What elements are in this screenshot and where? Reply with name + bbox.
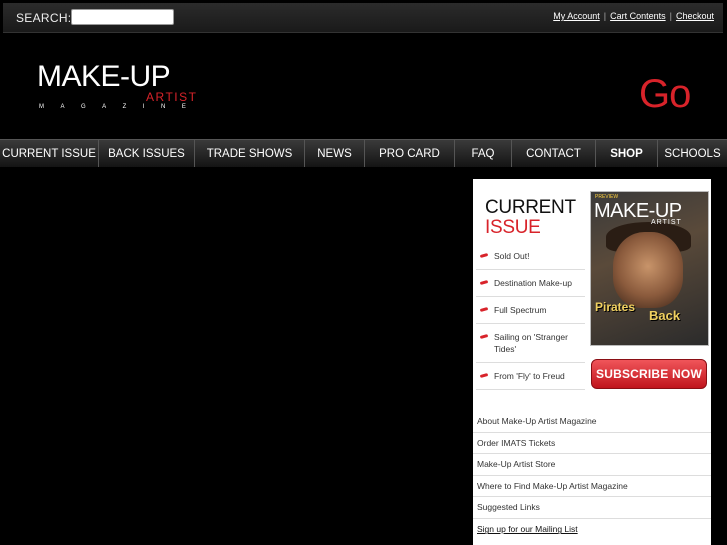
subscribe-button[interactable]: SUBSCRIBE NOW — [591, 359, 707, 389]
sidebar-links: About Make-Up Artist Magazine Order IMAT… — [473, 411, 711, 540]
bullet-icon — [479, 280, 489, 285]
article-label: Sailing on 'Stranger Tides' — [494, 332, 568, 354]
article-list: Sold Out! Destination Make-up Full Spect… — [476, 243, 585, 390]
sidebar-link-suggested[interactable]: Suggested Links — [473, 497, 711, 519]
article-item[interactable]: Sailing on 'Stranger Tides' — [476, 324, 585, 363]
nav-item-trade-shows[interactable]: TRADE SHOWS — [195, 140, 305, 167]
article-label: Full Spectrum — [494, 305, 547, 315]
cart-contents-link[interactable]: Cart Contents — [610, 11, 666, 21]
magazine-cover-image[interactable]: PREVIEW MAKE-UP ARTIST Pirates Back — [590, 191, 709, 346]
cover-headline: Pirates — [595, 300, 636, 314]
bullet-icon — [479, 334, 489, 339]
site-logo[interactable]: MAKE-UP ARTIST MAGAZINE — [37, 60, 212, 118]
logo-magazine-text: MAGAZINE — [39, 104, 203, 110]
nav-item-back-issues[interactable]: BACK ISSUES — [99, 140, 195, 167]
nav-item-pro-card[interactable]: PRO CARD — [365, 140, 455, 167]
current-issue-panel: CURRENT ISSUE Sold Out! Destination Make… — [473, 179, 711, 545]
sidebar-link-mailing-list[interactable]: Sign up for our Mailing List — [473, 519, 711, 541]
cover-artist: ARTIST — [651, 219, 682, 226]
nav-item-contact[interactable]: CONTACT — [512, 140, 596, 167]
top-bar: SEARCH: My Account | Cart Contents | Checkou… — [3, 3, 723, 33]
cover-face — [613, 232, 683, 308]
article-item[interactable]: From 'Fly' to Freud — [476, 363, 585, 390]
logo-main-text: MAKE-UP — [37, 60, 171, 93]
account-links: My Account | Cart Contents | Checkout — [553, 11, 714, 21]
article-label: From 'Fly' to Freud — [494, 371, 565, 381]
bullet-icon — [479, 253, 489, 258]
current-issue-title: CURRENT — [485, 197, 576, 218]
checkout-link[interactable]: Checkout — [676, 11, 714, 21]
article-item[interactable]: Destination Make-up — [476, 270, 585, 297]
header: MAKE-UP ARTIST MAGAZINE Go — [3, 34, 723, 138]
go-text: Go — [639, 72, 691, 116]
nav-item-schools[interactable]: SCHOOLS — [658, 140, 727, 167]
cover-headline-2: Back — [649, 308, 681, 323]
main-nav: CURRENT ISSUE BACK ISSUES TRADE SHOWS NE… — [0, 139, 727, 167]
article-item[interactable]: Full Spectrum — [476, 297, 585, 324]
sidebar-link-where-to-find[interactable]: Where to Find Make-Up Artist Magazine — [473, 476, 711, 497]
sidebar-link-store[interactable]: Make-Up Artist Store — [473, 454, 711, 476]
article-item[interactable]: Sold Out! — [476, 243, 585, 270]
article-label: Sold Out! — [494, 251, 530, 261]
nav-item-shop[interactable]: SHOP — [596, 140, 658, 167]
logo-artist-text: ARTIST — [146, 90, 198, 104]
nav-item-faq[interactable]: FAQ — [455, 140, 512, 167]
sidebar-link-about[interactable]: About Make-Up Artist Magazine — [473, 411, 711, 433]
bullet-icon — [479, 373, 489, 378]
nav-item-current-issue[interactable]: CURRENT ISSUE — [0, 140, 99, 167]
my-account-link[interactable]: My Account — [553, 11, 600, 21]
sidebar-link-imats-tickets[interactable]: Order IMATS Tickets — [473, 433, 711, 454]
search-label: SEARCH: — [16, 11, 72, 25]
current-issue-subtitle: ISSUE — [485, 217, 541, 238]
search-input[interactable] — [71, 9, 174, 25]
bullet-icon — [479, 307, 489, 312]
nav-item-news[interactable]: NEWS — [305, 140, 365, 167]
article-label: Destination Make-up — [494, 278, 572, 288]
